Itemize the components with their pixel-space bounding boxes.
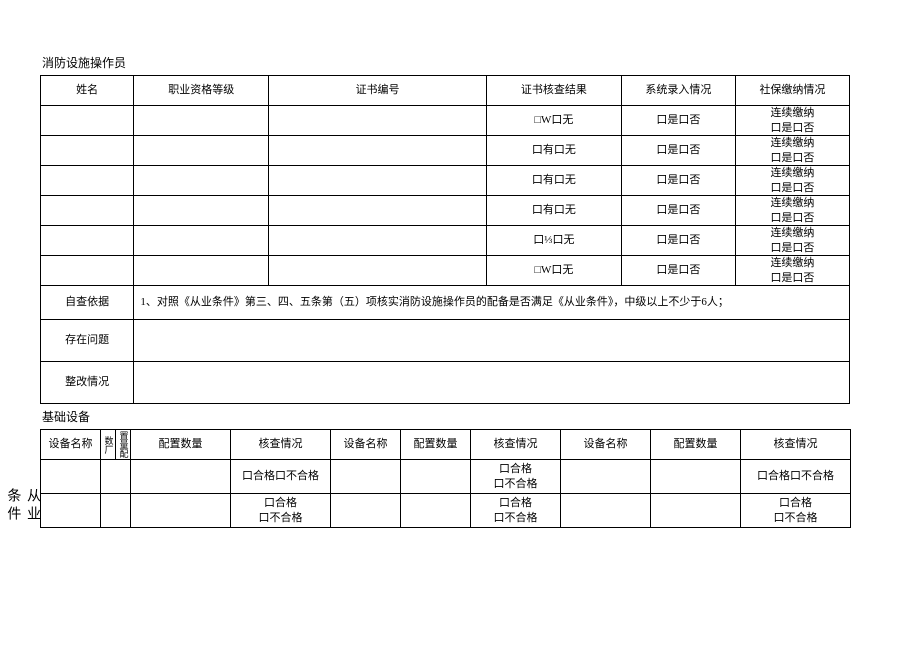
s2-cell <box>131 460 231 494</box>
hdr-equip-name3: 设备名称 <box>561 430 651 460</box>
cell-social: 连续缴纳口是口否 <box>735 166 849 196</box>
s2-check: 口合格口不合格 <box>741 494 851 528</box>
cell-sysentry: 口是口否 <box>621 256 735 286</box>
s2-cell <box>651 460 741 494</box>
cell-sysentry: 口是口否 <box>621 196 735 226</box>
cell-qual <box>134 256 269 286</box>
section2-title: 基础设备 <box>40 404 850 429</box>
hdr-qual-level: 职业资格等级 <box>134 76 269 106</box>
s2-cell <box>131 494 231 528</box>
side-label-practice-conditions: 从业条件 <box>26 488 42 528</box>
cell-social: 连续缴纳口是口否 <box>735 226 849 256</box>
hdr-cfg-qty-v2: 置量配 <box>116 430 131 460</box>
basis-text: 1、对照《从业条件》第三、四、五条第（五）项核实消防设施操作员的配备是否满足《从… <box>134 286 850 320</box>
section1-table: 姓名 职业资格等级 证书编号 证书核查结果 系统录入情况 社保缴纳情况 □W口无… <box>40 75 850 404</box>
cell-sysentry: 口是口否 <box>621 106 735 136</box>
s2-cell <box>331 460 401 494</box>
cell-social: 连续缴纳口是口否 <box>735 106 849 136</box>
s2-cell <box>101 460 131 494</box>
cell-qual <box>134 136 269 166</box>
cell-qual <box>134 226 269 256</box>
cell-certno <box>269 136 487 166</box>
hdr-cert-no: 证书编号 <box>269 76 487 106</box>
cell-social: 连续缴纳口是口否 <box>735 196 849 226</box>
issues-text <box>134 320 850 362</box>
s2-check: 口合格口不合格 <box>471 460 561 494</box>
s2-cell <box>101 494 131 528</box>
hdr-name: 姓名 <box>41 76 134 106</box>
cell-name <box>41 136 134 166</box>
cell-certcheck: □W口无 <box>486 106 621 136</box>
hdr-check-status: 核查情况 <box>231 430 331 460</box>
cell-certno <box>269 106 487 136</box>
section1-title: 消防设施操作员 <box>40 50 850 75</box>
hdr-equip-name: 设备名称 <box>41 430 101 460</box>
s2-cell <box>651 494 741 528</box>
hdr-cfg-qty-v1: 数厂 <box>101 430 116 460</box>
cell-certcheck: 口有口无 <box>486 166 621 196</box>
hdr-sys-entry: 系统录入情况 <box>621 76 735 106</box>
hdr-cert-check: 证书核查结果 <box>486 76 621 106</box>
cell-certno <box>269 256 487 286</box>
cell-qual <box>134 166 269 196</box>
cell-name <box>41 166 134 196</box>
hdr-cfg-qty2: 配置数量 <box>401 430 471 460</box>
cell-name <box>41 196 134 226</box>
cell-social: 连续缴纳口是口否 <box>735 256 849 286</box>
issues-label: 存在问题 <box>41 320 134 362</box>
s2-cell <box>561 460 651 494</box>
cell-name <box>41 106 134 136</box>
cell-certcheck: □W口无 <box>486 256 621 286</box>
hdr-check-status2: 核查情况 <box>471 430 561 460</box>
hdr-cfg-qty: 配置数量 <box>131 430 231 460</box>
s2-cell <box>401 494 471 528</box>
cell-certcheck: 口⅓口无 <box>486 226 621 256</box>
cell-certno <box>269 196 487 226</box>
s2-check: 口合格口不合格 <box>471 494 561 528</box>
cell-certcheck: 口有口无 <box>486 196 621 226</box>
section2-table: 设备名称 数厂 置量配 配置数量 核查情况 设备名称 配置数量 核查情况 设备名… <box>40 429 851 528</box>
hdr-check-status3: 核查情况 <box>741 430 851 460</box>
cell-name <box>41 256 134 286</box>
s2-cell <box>401 460 471 494</box>
s2-cell <box>41 494 101 528</box>
cell-certno <box>269 226 487 256</box>
s2-check: 口合格口不合格 <box>741 460 851 494</box>
s2-cell <box>41 460 101 494</box>
cell-certcheck: 口有口无 <box>486 136 621 166</box>
hdr-equip-name2: 设备名称 <box>331 430 401 460</box>
s2-check: 口合格口不合格 <box>231 494 331 528</box>
cell-qual <box>134 196 269 226</box>
cell-name <box>41 226 134 256</box>
cell-sysentry: 口是口否 <box>621 166 735 196</box>
cell-social: 连续缴纳口是口否 <box>735 136 849 166</box>
cell-qual <box>134 106 269 136</box>
rectify-label: 整改情况 <box>41 362 134 404</box>
basis-label: 自查依据 <box>41 286 134 320</box>
cell-certno <box>269 166 487 196</box>
rectify-text <box>134 362 850 404</box>
hdr-social: 社保缴纳情况 <box>735 76 849 106</box>
cell-sysentry: 口是口否 <box>621 136 735 166</box>
cell-sysentry: 口是口否 <box>621 226 735 256</box>
s2-cell <box>561 494 651 528</box>
hdr-cfg-qty3: 配置数量 <box>651 430 741 460</box>
s2-cell <box>331 494 401 528</box>
s2-check: 口合格口不合格 <box>231 460 331 494</box>
